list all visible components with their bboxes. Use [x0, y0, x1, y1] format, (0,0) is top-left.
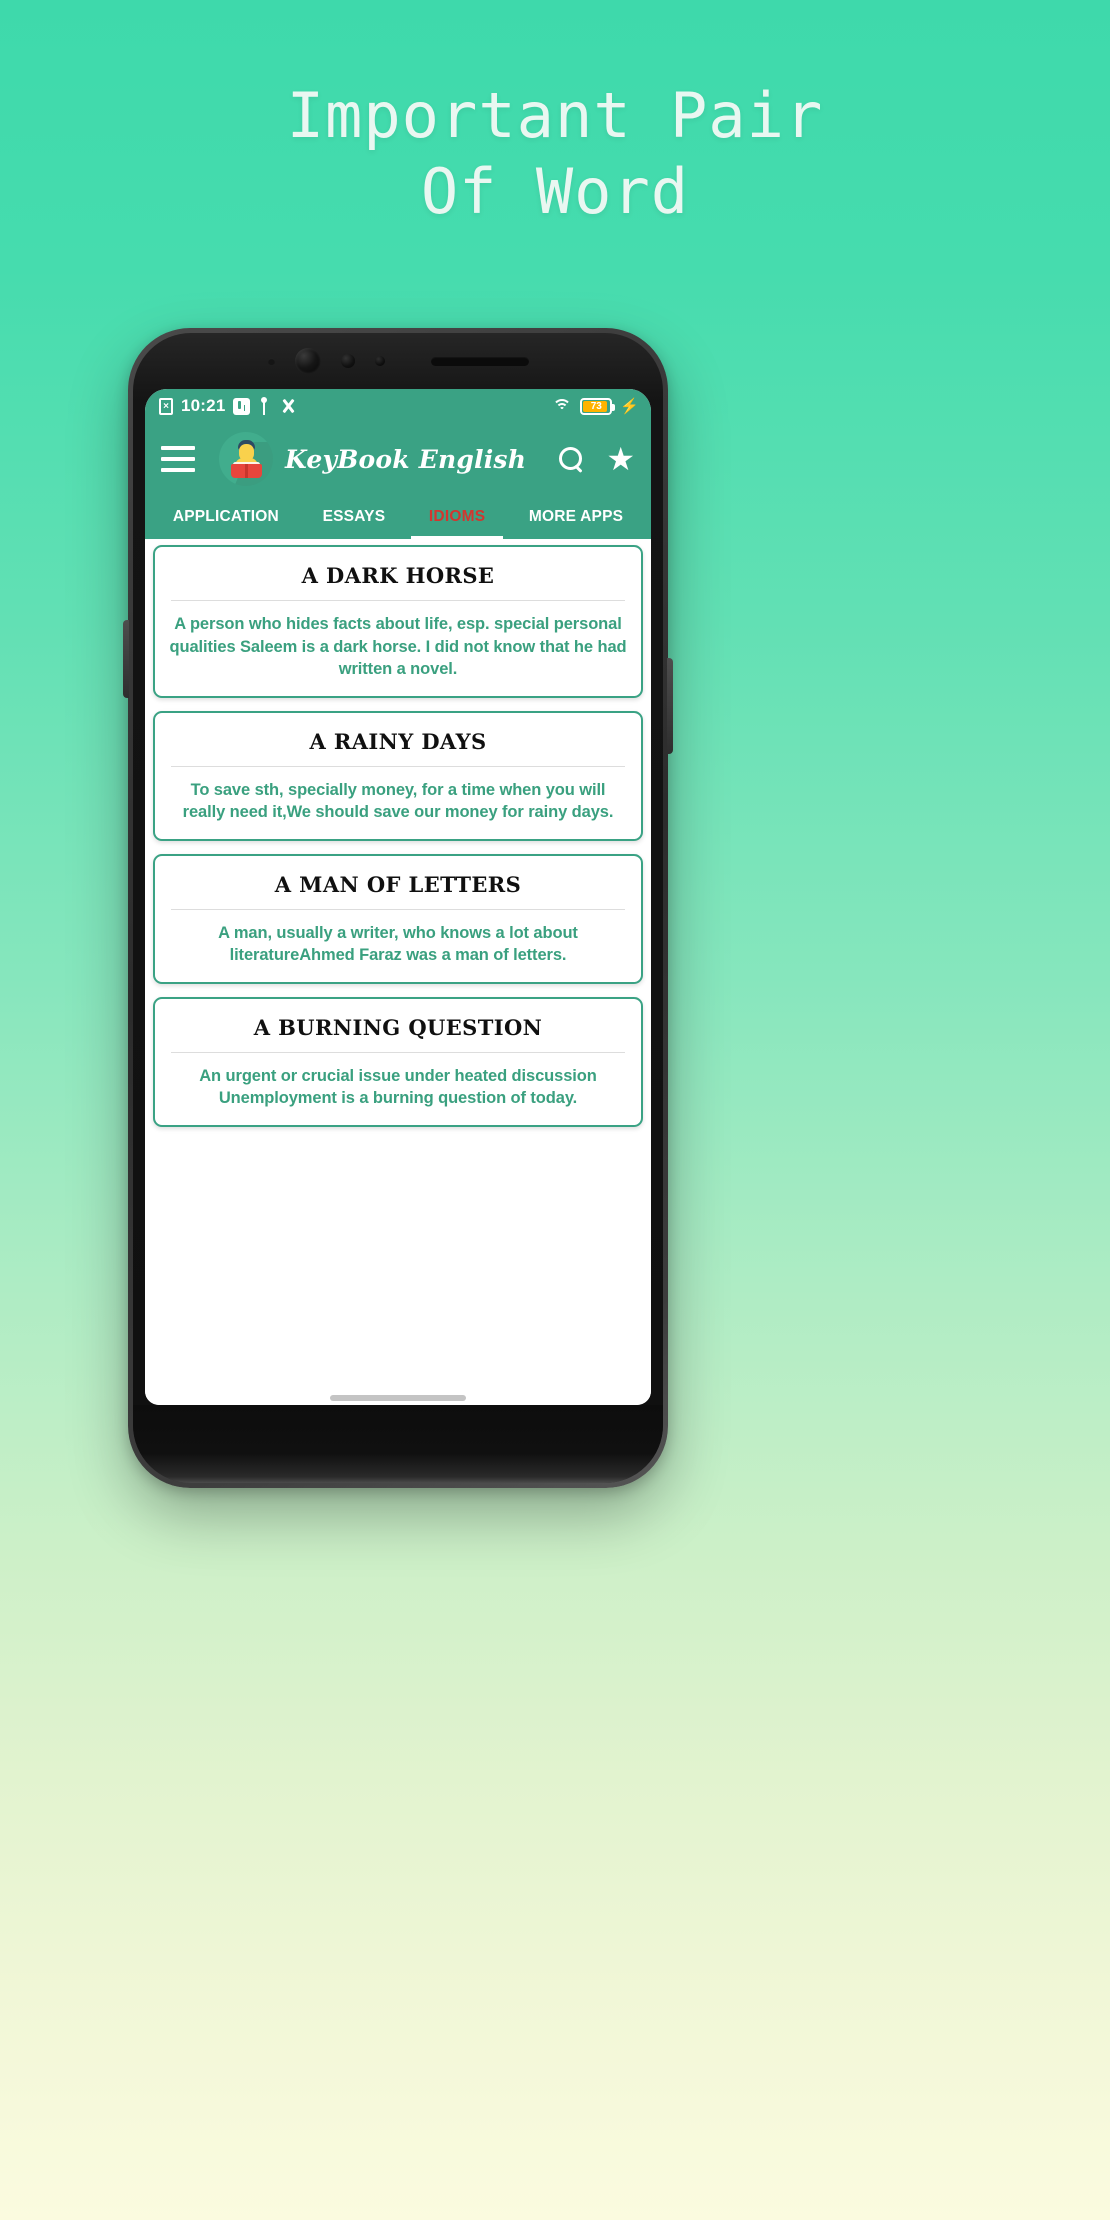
card-divider	[171, 1051, 625, 1053]
app-bar: KeyBook English ★	[145, 423, 651, 495]
proximity-sensor-icon	[340, 354, 355, 368]
tab-bar: APPLICATION ESSAYS IDIOMS MORE APPS	[145, 495, 651, 539]
tab-idioms[interactable]: IDIOMS	[407, 495, 507, 539]
idiom-card[interactable]: A DARK HORSE A person who hides facts ab…	[153, 545, 643, 698]
phone-top-bezel	[133, 333, 663, 389]
sensor-cluster	[267, 348, 529, 374]
light-sensor-icon	[267, 357, 275, 365]
status-bar-left: 10:21	[159, 396, 552, 416]
idiom-card[interactable]: A RAINY DAYS To save sth, specially mone…	[153, 710, 643, 841]
card-divider	[171, 908, 625, 910]
reader-avatar-logo	[219, 432, 273, 486]
star-icon[interactable]: ★	[606, 443, 635, 475]
idiom-card[interactable]: A BURNING QUESTION An urgent or crucial …	[153, 996, 643, 1127]
status-bar-clock: 10:21	[181, 396, 226, 415]
battery-percent-label: 73	[590, 400, 602, 412]
idiom-meaning: A man, usually a writer, who knows a lot…	[218, 923, 578, 965]
idiom-list[interactable]: A DARK HORSE A person who hides facts ab…	[145, 539, 651, 1405]
front-camera-icon	[294, 348, 321, 374]
idiom-meaning: A person who hides facts about life, esp…	[169, 615, 627, 678]
app-title: KeyBook English	[285, 444, 527, 474]
status-bar-right: 73 ⚡	[552, 397, 639, 415]
promo-headline-line-2: Of Word	[420, 155, 690, 228]
power-button[interactable]	[667, 658, 673, 754]
usb-icon	[258, 397, 271, 415]
battery-icon: 73	[580, 397, 616, 415]
wifi-icon	[552, 398, 572, 414]
badge-icon	[233, 397, 251, 415]
idiom-meaning: To save sth, specially money, for a time…	[182, 780, 614, 822]
home-gesture-bar[interactable]	[330, 1395, 466, 1401]
idiom-card[interactable]: A MAN OF LETTERS A man, usually a writer…	[153, 853, 643, 984]
search-icon[interactable]	[559, 446, 584, 472]
idiom-title: A BURNING QUESTION	[253, 1014, 543, 1040]
phone-body: 10:21 73 ⚡	[133, 333, 663, 1483]
card-divider	[171, 600, 625, 601]
ir-sensor-icon	[374, 356, 385, 366]
earpiece-speaker	[430, 356, 529, 366]
tab-more-apps[interactable]: MORE APPS	[507, 495, 645, 539]
promo-headline-line-1: Important Pair	[286, 79, 824, 152]
tab-application[interactable]: APPLICATION	[151, 495, 301, 539]
status-bar: 10:21 73 ⚡	[145, 389, 651, 423]
idiom-title: A MAN OF LETTERS	[274, 871, 522, 897]
phone-bottom-bezel	[133, 1405, 663, 1483]
hamburger-menu-icon[interactable]	[161, 446, 195, 472]
idiom-title: A DARK HORSE	[301, 563, 495, 588]
file-x-icon	[159, 397, 173, 415]
developer-tools-icon	[279, 397, 297, 415]
phone-screen: 10:21 73 ⚡	[145, 389, 651, 1405]
volume-button-left[interactable]	[123, 620, 129, 698]
charging-bolt-icon: ⚡	[620, 397, 639, 415]
app-bar-actions: ★	[559, 443, 635, 475]
tab-essays[interactable]: ESSAYS	[301, 495, 407, 539]
idiom-meaning: An urgent or crucial issue under heated …	[199, 1066, 597, 1108]
promo-headline: Important Pair Of Word	[0, 78, 1110, 230]
phone-mockup: 10:21 73 ⚡	[123, 328, 673, 1488]
card-divider	[171, 765, 625, 767]
idiom-title: A RAINY DAYS	[309, 728, 487, 754]
